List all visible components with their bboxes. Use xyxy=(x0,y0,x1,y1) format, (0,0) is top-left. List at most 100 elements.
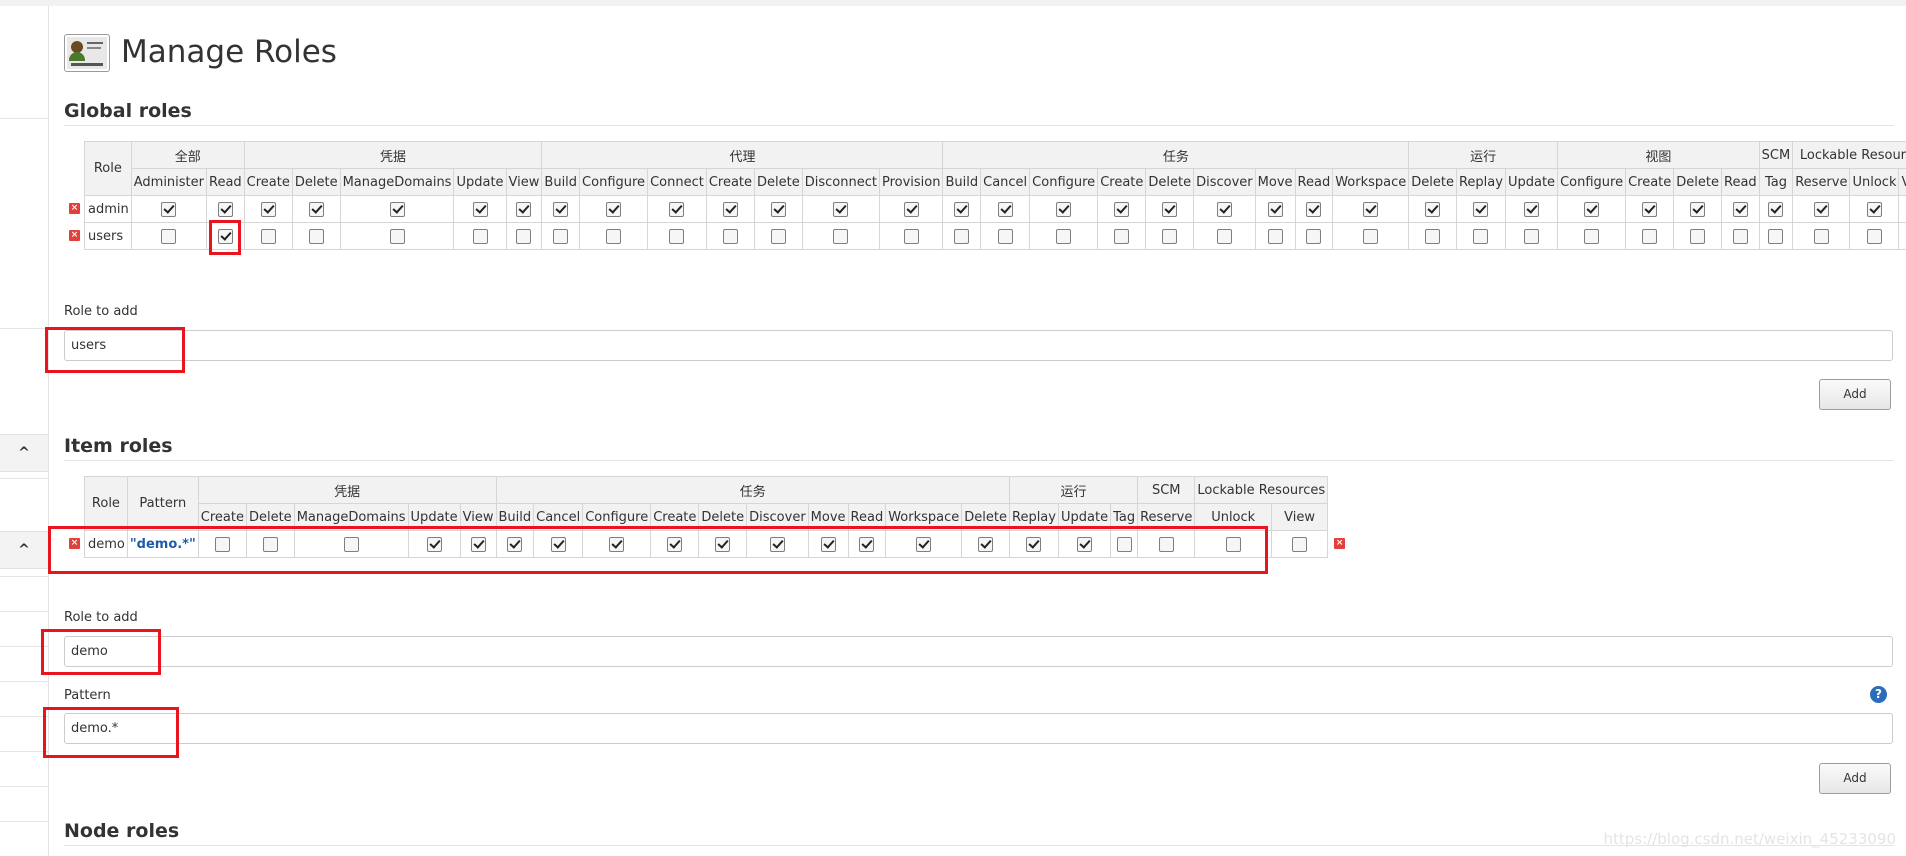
permission-checkbox[interactable] xyxy=(1642,201,1658,217)
pattern-input[interactable] xyxy=(64,713,1893,744)
permission-checkbox[interactable] xyxy=(722,201,738,217)
permission-checkbox[interactable] xyxy=(161,228,177,244)
main-content: Manage Roles Global roles Role 全部 凭据 代理 任务运… xyxy=(41,6,1906,856)
global-roles-heading: Global roles xyxy=(64,100,1894,126)
permission-checkbox[interactable] xyxy=(1056,201,1072,217)
permission-checkbox[interactable] xyxy=(553,201,569,217)
permission-checkbox[interactable] xyxy=(954,228,970,244)
permission-checkbox[interactable] xyxy=(1267,201,1283,217)
permission-checkbox[interactable] xyxy=(770,228,786,244)
permission-checkbox[interactable] xyxy=(833,201,849,217)
permission-checkbox[interactable] xyxy=(1114,228,1130,244)
permission-checkbox[interactable] xyxy=(1306,228,1322,244)
permission-checkbox[interactable] xyxy=(1768,201,1784,217)
permission-checkbox[interactable] xyxy=(1768,228,1784,244)
permission-checkbox[interactable] xyxy=(1813,201,1829,217)
permission-checkbox[interactable] xyxy=(1306,201,1322,217)
collapse-chevron-up-icon[interactable]: ^ xyxy=(0,531,48,569)
permission-checkbox[interactable] xyxy=(260,201,276,217)
permission-cell xyxy=(878,222,944,250)
permission-cell xyxy=(1504,195,1559,223)
permission-cell xyxy=(647,195,707,223)
highlight-box-role-input xyxy=(45,327,185,373)
permission-checkbox[interactable] xyxy=(722,228,738,244)
permission-checkbox[interactable] xyxy=(1524,201,1540,217)
permission-checkbox[interactable] xyxy=(308,228,324,244)
permission-checkbox[interactable] xyxy=(1732,201,1748,217)
delete-row-icon[interactable]: × xyxy=(69,230,80,241)
permission-checkbox[interactable] xyxy=(161,201,177,217)
permission-checkbox[interactable] xyxy=(1292,536,1308,552)
permission-group-header-cell: Lockable Resources xyxy=(1194,476,1329,504)
permission-cell xyxy=(1557,195,1627,223)
permission-checkbox[interactable] xyxy=(1473,201,1489,217)
permission-checkbox[interactable] xyxy=(1813,228,1829,244)
permission-checkbox[interactable] xyxy=(997,228,1013,244)
permission-checkbox[interactable] xyxy=(1690,201,1706,217)
permission-checkbox[interactable] xyxy=(472,201,488,217)
permission-cell xyxy=(1792,195,1851,223)
permission-checkbox[interactable] xyxy=(1114,201,1130,217)
permission-checkbox[interactable] xyxy=(472,228,488,244)
permission-checkbox[interactable] xyxy=(1866,201,1882,217)
permission-checkbox[interactable] xyxy=(389,201,405,217)
permission-checkbox[interactable] xyxy=(1267,228,1283,244)
permission-cell xyxy=(1721,195,1760,223)
permission-checkbox[interactable] xyxy=(516,201,532,217)
collapse-chevron-up-icon[interactable]: ^ xyxy=(0,434,48,472)
permission-checkbox[interactable] xyxy=(1690,228,1706,244)
permission-checkbox[interactable] xyxy=(954,201,970,217)
permission-checkbox[interactable] xyxy=(308,201,324,217)
permission-cell xyxy=(453,195,507,223)
permission-checkbox[interactable] xyxy=(389,228,405,244)
permission-checkbox[interactable] xyxy=(1216,201,1232,217)
permission-checkbox[interactable] xyxy=(217,201,233,217)
permission-checkbox[interactable] xyxy=(606,201,622,217)
permission-checkbox[interactable] xyxy=(903,228,919,244)
permission-checkbox[interactable] xyxy=(1732,228,1748,244)
permission-checkbox[interactable] xyxy=(1425,228,1441,244)
permission-checkbox[interactable] xyxy=(903,201,919,217)
help-icon[interactable]: ? xyxy=(1870,686,1887,703)
permission-checkbox[interactable] xyxy=(1425,201,1441,217)
permission-cell xyxy=(1557,222,1627,250)
item-add-button[interactable]: Add xyxy=(1819,763,1891,794)
permission-checkbox[interactable] xyxy=(1216,228,1232,244)
permission-checkbox[interactable] xyxy=(1584,228,1600,244)
permission-checkbox[interactable] xyxy=(553,228,569,244)
permission-checkbox[interactable] xyxy=(1642,228,1658,244)
permission-checkbox[interactable] xyxy=(1363,228,1379,244)
permission-checkbox[interactable] xyxy=(997,201,1013,217)
role-card-icon xyxy=(64,34,110,72)
delete-row-icon[interactable]: × xyxy=(69,203,80,214)
permission-checkbox[interactable] xyxy=(1056,228,1072,244)
permission-checkbox[interactable] xyxy=(1473,228,1489,244)
item-role-to-add-input[interactable] xyxy=(64,636,1893,667)
permission-checkbox[interactable] xyxy=(1162,201,1178,217)
permission-column-header: Configure xyxy=(579,168,649,196)
permission-checkbox[interactable] xyxy=(833,228,849,244)
global-add-button[interactable]: Add xyxy=(1819,379,1891,410)
permission-checkbox[interactable] xyxy=(516,228,532,244)
watermark: https://blog.csdn.net/weixin_45233090 xyxy=(1603,830,1896,848)
delete-row-icon[interactable]: × xyxy=(1334,538,1346,549)
global-role-to-add-input[interactable] xyxy=(64,330,1893,361)
delete-row-icon[interactable]: × xyxy=(69,538,80,549)
permission-checkbox[interactable] xyxy=(1584,201,1600,217)
permission-checkbox[interactable] xyxy=(669,228,685,244)
highlight-box-item-role-input xyxy=(41,629,161,675)
permission-cell xyxy=(1455,195,1506,223)
permission-column-header: View xyxy=(1271,503,1329,531)
permission-checkbox[interactable] xyxy=(1162,228,1178,244)
permission-checkbox[interactable] xyxy=(669,201,685,217)
permission-cell xyxy=(1898,222,1906,250)
permission-column-header: Build xyxy=(942,168,982,196)
permission-checkbox[interactable] xyxy=(1524,228,1540,244)
permission-checkbox[interactable] xyxy=(770,201,786,217)
permission-checkbox[interactable] xyxy=(1363,201,1379,217)
permission-cell xyxy=(1721,222,1760,250)
permission-cell xyxy=(453,222,507,250)
permission-checkbox[interactable] xyxy=(260,228,276,244)
permission-checkbox[interactable] xyxy=(606,228,622,244)
permission-checkbox[interactable] xyxy=(1866,228,1882,244)
